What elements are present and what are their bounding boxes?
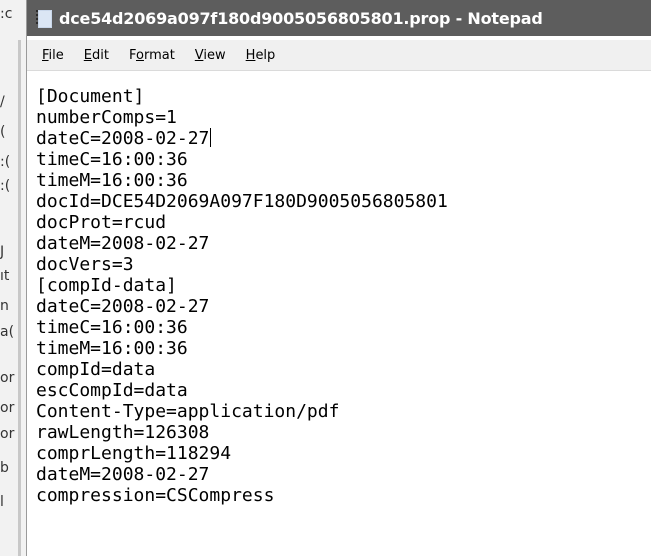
background-text-fragment: b [0,460,9,476]
menu-file[interactable]: File [39,46,67,65]
text-line[interactable]: dateC=2008-02-27 [36,296,651,317]
text-line[interactable]: comprLength=118294 [36,443,651,464]
menu-view[interactable]: View [192,46,229,65]
title-bar[interactable]: dce54d2069a097f180d9005056805801.prop - … [27,0,651,36]
background-text-fragment: J [0,244,5,260]
text-line[interactable]: compression=CSCompress [36,485,651,506]
background-text-fragment: l [0,494,4,510]
menu-edit[interactable]: Edit [81,46,112,65]
text-line[interactable]: timeC=16:00:36 [36,149,651,170]
text-line[interactable]: rawLength=126308 [36,422,651,443]
text-line[interactable]: numberComps=1 [36,107,651,128]
text-line[interactable]: dateC=2008-02-27 [36,128,651,149]
text-line[interactable]: timeM=16:00:36 [36,338,651,359]
background-text-fragment: or [0,426,15,442]
background-text-fragment: :c [0,6,13,22]
text-line[interactable]: Content-Type=application/pdf [36,401,651,422]
text-line[interactable]: docVers=3 [36,254,651,275]
text-line[interactable]: escCompId=data [36,380,651,401]
text-line[interactable]: [compId-data] [36,275,651,296]
text-caret [210,128,212,147]
text-line[interactable]: dateM=2008-02-27 [36,233,651,254]
background-text-fragment: a( [0,324,15,340]
text-line[interactable]: dateM=2008-02-27 [36,464,651,485]
background-text-fragment: or [0,370,15,386]
background-text-fragment: :( [0,178,11,194]
editor-content[interactable]: [Document] numberComps=1 dateC=2008-02-27 t… [36,86,651,506]
notepad-icon[interactable] [35,9,53,28]
text-line[interactable]: docId=DCE54D2069A097F180D9005056805801 [36,191,651,212]
background-text-fragment: n [0,298,9,314]
menu-bar: File Edit Format View Help [27,40,651,71]
background-text-fragment: ( [0,124,10,140]
background-window: :c / ( :( :( Jıt n a( or or or b l [0,0,26,556]
menu-help[interactable]: Help [243,46,279,65]
notepad-window: dce54d2069a097f180d9005056805801.prop - … [26,0,651,556]
background-text-fragment: :( [0,154,11,170]
background-text-fragment: or [0,400,15,416]
background-text-fragment: ıt [0,268,10,284]
text-line[interactable]: [Document] [36,86,651,107]
background-text-fragment: / [0,94,5,110]
text-line[interactable]: timeC=16:00:36 [36,317,651,338]
text-editor[interactable]: [Document] numberComps=1 dateC=2008-02-27 t… [27,78,651,556]
window-title: dce54d2069a097f180d9005056805801.prop - … [59,8,543,28]
text-line[interactable]: docProt=rcud [36,212,651,233]
text-line[interactable]: compId=data [36,359,651,380]
menu-format[interactable]: Format [126,46,178,65]
text-line[interactable]: timeM=16:00:36 [36,170,651,191]
